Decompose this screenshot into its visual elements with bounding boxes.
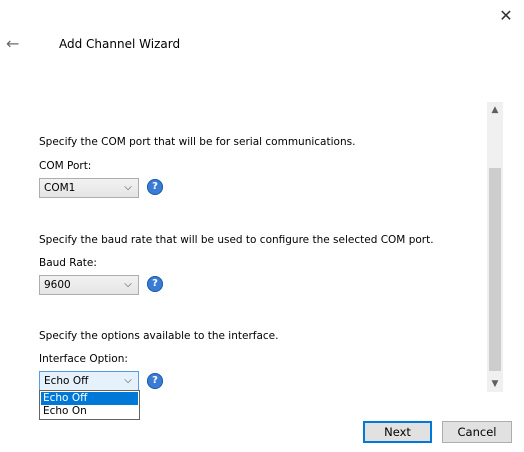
com-port-description: Specify the COM port that will be for se… <box>39 136 356 148</box>
chevron-down-icon: ⌵ <box>124 182 132 193</box>
help-icon[interactable]: ? <box>147 373 163 389</box>
interface-option-select[interactable]: Echo Off ⌵ <box>39 371 139 391</box>
cancel-button[interactable]: Cancel <box>442 421 512 443</box>
com-port-select[interactable]: COM1 ⌵ <box>39 178 139 198</box>
next-button[interactable]: Next <box>363 421 432 443</box>
scroll-up-icon[interactable]: ▲ <box>487 102 503 118</box>
wizard-window: ✕ ← Add Channel Wizard ▲ ▼ Specify the C… <box>0 0 524 452</box>
help-icon[interactable]: ? <box>147 179 163 195</box>
baud-rate-label: Baud Rate: <box>39 257 97 269</box>
dropdown-option-echo-on[interactable]: Echo On <box>41 405 138 418</box>
back-arrow-icon[interactable]: ← <box>6 34 26 54</box>
scroll-down-icon[interactable]: ▼ <box>487 376 503 392</box>
dropdown-option-echo-off[interactable]: Echo Off <box>41 392 138 405</box>
baud-rate-description: Specify the baud rate that will be used … <box>39 234 434 246</box>
baud-rate-select[interactable]: 9600 ⌵ <box>39 275 139 295</box>
chevron-down-icon: ⌵ <box>124 375 132 386</box>
interface-option-label: Interface Option: <box>39 353 128 365</box>
interface-option-value: Echo Off <box>44 375 89 387</box>
com-port-label: COM Port: <box>39 160 92 172</box>
interface-description: Specify the options available to the int… <box>39 330 279 342</box>
close-icon[interactable]: ✕ <box>496 6 516 26</box>
chevron-down-icon: ⌵ <box>124 279 132 290</box>
help-icon[interactable]: ? <box>147 276 163 292</box>
interface-option-dropdown: Echo Off Echo On <box>39 390 140 420</box>
window-title: Add Channel Wizard <box>59 37 181 51</box>
com-port-value: COM1 <box>44 182 76 194</box>
scrollbar-thumb[interactable] <box>489 168 501 371</box>
baud-rate-value: 9600 <box>44 279 71 291</box>
